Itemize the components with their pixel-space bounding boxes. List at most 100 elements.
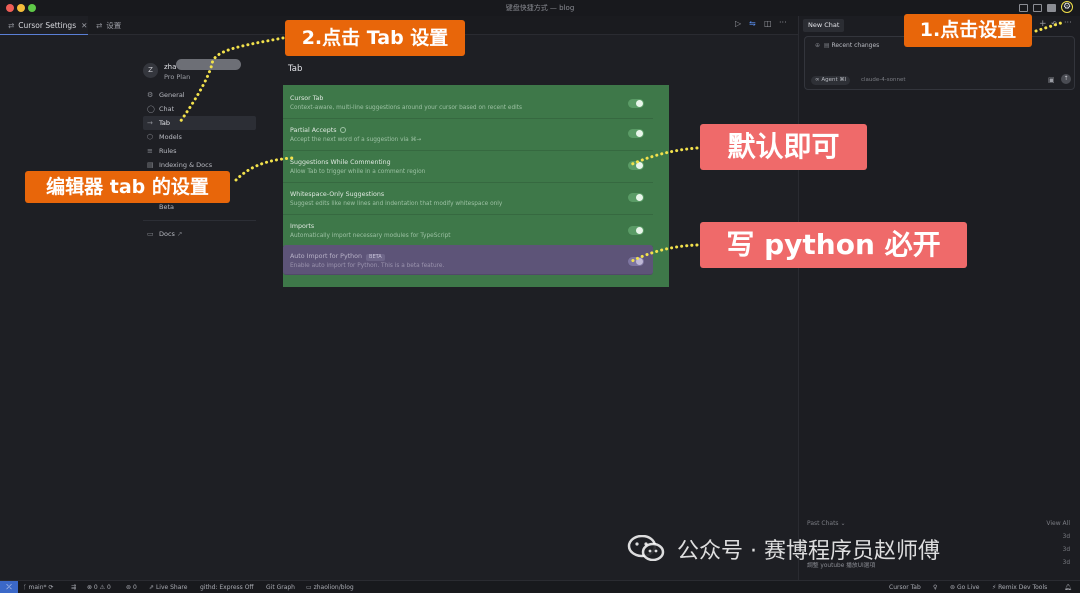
sidebar-item-indexing-docs[interactable]: ▤ Indexing & Docs xyxy=(143,158,256,172)
partial-accepts-toggle[interactable] xyxy=(628,129,644,138)
imports-toggle[interactable] xyxy=(628,226,644,235)
sidebar-item-label: Docs xyxy=(159,230,175,238)
toggle-knob xyxy=(636,227,643,234)
problems-status[interactable]: ⊗ 0 ⚠ 0 xyxy=(87,584,111,591)
tab-settings[interactable]: ⇄ 设置 xyxy=(88,16,138,35)
tab-label: 设置 xyxy=(106,21,122,30)
toggle-knob xyxy=(636,130,643,137)
watermark-text: 公众号 · 赛博程序员赵师傅 xyxy=(677,539,940,564)
toggle-knob xyxy=(636,162,643,169)
sidebar-item-docs[interactable]: ▭ Docs ↗ xyxy=(143,227,256,241)
setting-title-text: Partial Accepts xyxy=(290,127,337,134)
image-icon[interactable]: ▣ xyxy=(1048,76,1055,84)
info-icon[interactable] xyxy=(339,127,346,133)
sidebar-item-general[interactable]: ⚙ General xyxy=(143,88,256,102)
past-chats-label[interactable]: Past Chats ⌄ xyxy=(807,520,846,527)
toggle-knob xyxy=(636,194,643,201)
sidebar-item-label: Indexing & Docs xyxy=(159,161,213,169)
toggle-sidebar-icon[interactable] xyxy=(1019,4,1028,12)
window-title: 键盘快捷方式 — blog xyxy=(505,4,575,12)
setting-description: Suggest edits like new lines and indenta… xyxy=(290,201,503,207)
cursor-tab-toggle[interactable] xyxy=(628,99,644,108)
run-icon[interactable]: ▷ xyxy=(735,19,741,28)
live-share-label: Live Share xyxy=(155,584,188,591)
whitespace-only-suggestions-toggle[interactable] xyxy=(628,193,644,202)
send-icon[interactable]: ↑ xyxy=(1061,74,1071,84)
git-graph-status[interactable]: Git Graph xyxy=(266,584,295,591)
page-title: Tab xyxy=(288,64,303,74)
setting-title: Whitespace-Only Suggestions xyxy=(290,191,385,198)
file-icon: ▤ xyxy=(823,42,830,49)
notification-bell-icon[interactable]: 🔔︎ xyxy=(1064,584,1072,591)
tab-arrow-icon: → xyxy=(147,119,153,127)
remix-label: Remix Dev Tools xyxy=(998,584,1048,591)
settings-gear-icon[interactable]: ⚙ xyxy=(1061,1,1073,13)
cursor-tab-status[interactable]: Cursor Tab xyxy=(889,584,921,591)
repo-status[interactable]: ▭ zhaolion/blog xyxy=(306,584,354,591)
sidebar-item-label: Rules xyxy=(159,147,177,155)
add-chat-icon[interactable]: + xyxy=(1039,19,1047,29)
sidebar-item-models[interactable]: ⬡ Models xyxy=(143,130,256,144)
view-all-link[interactable]: View All xyxy=(1046,520,1070,527)
sidebar-item-tab[interactable]: → Tab xyxy=(143,116,256,130)
close-icon[interactable]: ✕ xyxy=(81,21,87,30)
divider xyxy=(143,220,256,221)
beta-badge: BETA xyxy=(366,254,385,261)
ports-status[interactable]: ⊚ 0 xyxy=(126,584,137,591)
live-share-status[interactable]: ⇗ Live Share xyxy=(149,584,187,591)
sidebar-item-label: Chat xyxy=(159,105,175,113)
branch-status[interactable]: ᚴ main* ⟳ xyxy=(23,584,53,591)
past-chat-age: 3d xyxy=(1062,547,1070,553)
sidebar-item-label: General xyxy=(159,91,185,99)
sidebar-item-label: Models xyxy=(159,133,182,141)
tab-cursor-settings[interactable]: ⇄ Cursor Settings ✕ xyxy=(0,16,88,35)
settings-nav-list: ⚙ General ◯ Chat → Tab ⬡ Models ≡ Rules ▤ Inde… xyxy=(143,88,256,241)
setting-title: Partial Accepts xyxy=(290,127,346,134)
suggestions-while-commenting-toggle[interactable] xyxy=(628,161,644,170)
split-editor-icon[interactable]: ◫ xyxy=(764,19,772,28)
setting-description: Automatically import necessary modules f… xyxy=(290,233,451,239)
callout-step2: 2.点击 Tab 设置 xyxy=(285,20,465,56)
settings-file-icon: ⇄ xyxy=(8,21,15,30)
history-icon[interactable]: ⟲ xyxy=(1051,20,1057,28)
avatar: Z xyxy=(143,63,158,78)
model-selector[interactable]: claude-4-sonnet xyxy=(861,77,906,83)
remix-icon: ⚡ xyxy=(992,584,997,591)
setting-whitespace-only-suggestions: Whitespace-Only Suggestions Suggest edit… xyxy=(283,183,653,215)
auto-import-python-toggle[interactable] xyxy=(628,257,644,266)
githd-status[interactable]: githd: Express Off xyxy=(200,584,254,591)
go-live-status[interactable]: ⊚ Go Live xyxy=(950,584,979,591)
lightbulb-icon[interactable]: ♀ xyxy=(933,584,937,591)
setting-imports: Imports Automatically import necessary m… xyxy=(283,215,653,247)
more-icon[interactable]: ··· xyxy=(1064,18,1072,27)
remix-status[interactable]: ⚡ Remix Dev Tools xyxy=(992,584,1047,591)
toggle-panel-icon[interactable] xyxy=(1033,4,1042,12)
setting-description: Enable auto import for Python. This is a… xyxy=(290,263,445,269)
new-chat-tab[interactable]: New Chat xyxy=(803,19,845,32)
setting-title: Auto Import for Python BETA xyxy=(290,253,385,261)
past-chat-age: 3d xyxy=(1062,560,1070,566)
at-mention-icon: ⊕ xyxy=(815,42,821,49)
setting-description: Allow Tab to trigger while in a comment … xyxy=(290,169,426,175)
toggle-knob xyxy=(636,258,643,265)
recent-changes-chip[interactable]: ⊕ ▤ Recent changes xyxy=(815,42,879,49)
publish-icon[interactable]: ⇶ xyxy=(71,584,76,591)
agent-mode-selector[interactable]: ∞ Agent ⌘I xyxy=(811,76,851,85)
remote-icon[interactable]: ⤫ xyxy=(0,581,18,593)
broadcast-icon: ⊚ xyxy=(950,584,956,591)
branch-icon: ᚴ xyxy=(23,584,27,591)
sidebar-item-chat[interactable]: ◯ Chat xyxy=(143,102,256,116)
setting-partial-accepts: Partial Accepts Accept the next word of … xyxy=(283,119,653,151)
branch-name: main* xyxy=(28,584,47,591)
wechat-logo-icon xyxy=(627,535,665,561)
past-chat-age: 3d xyxy=(1062,534,1070,540)
chat-panel: New Chat + ⟲ ··· ⊕ ▤ Recent changes ∞ Ag… xyxy=(798,16,1080,580)
more-actions-icon[interactable]: ··· xyxy=(779,18,787,27)
compare-icon[interactable]: ⇋ xyxy=(749,19,756,28)
toggle-secondary-sidebar-icon[interactable] xyxy=(1047,4,1056,12)
repo-name: zhaolion/blog xyxy=(313,584,354,591)
tab-settings-panel: Cursor Tab Context-aware, multi-line sug… xyxy=(283,85,669,287)
folder-icon: ▭ xyxy=(306,584,312,591)
sidebar-item-rules[interactable]: ≡ Rules xyxy=(143,144,256,158)
recent-changes-label: Recent changes xyxy=(831,42,880,49)
